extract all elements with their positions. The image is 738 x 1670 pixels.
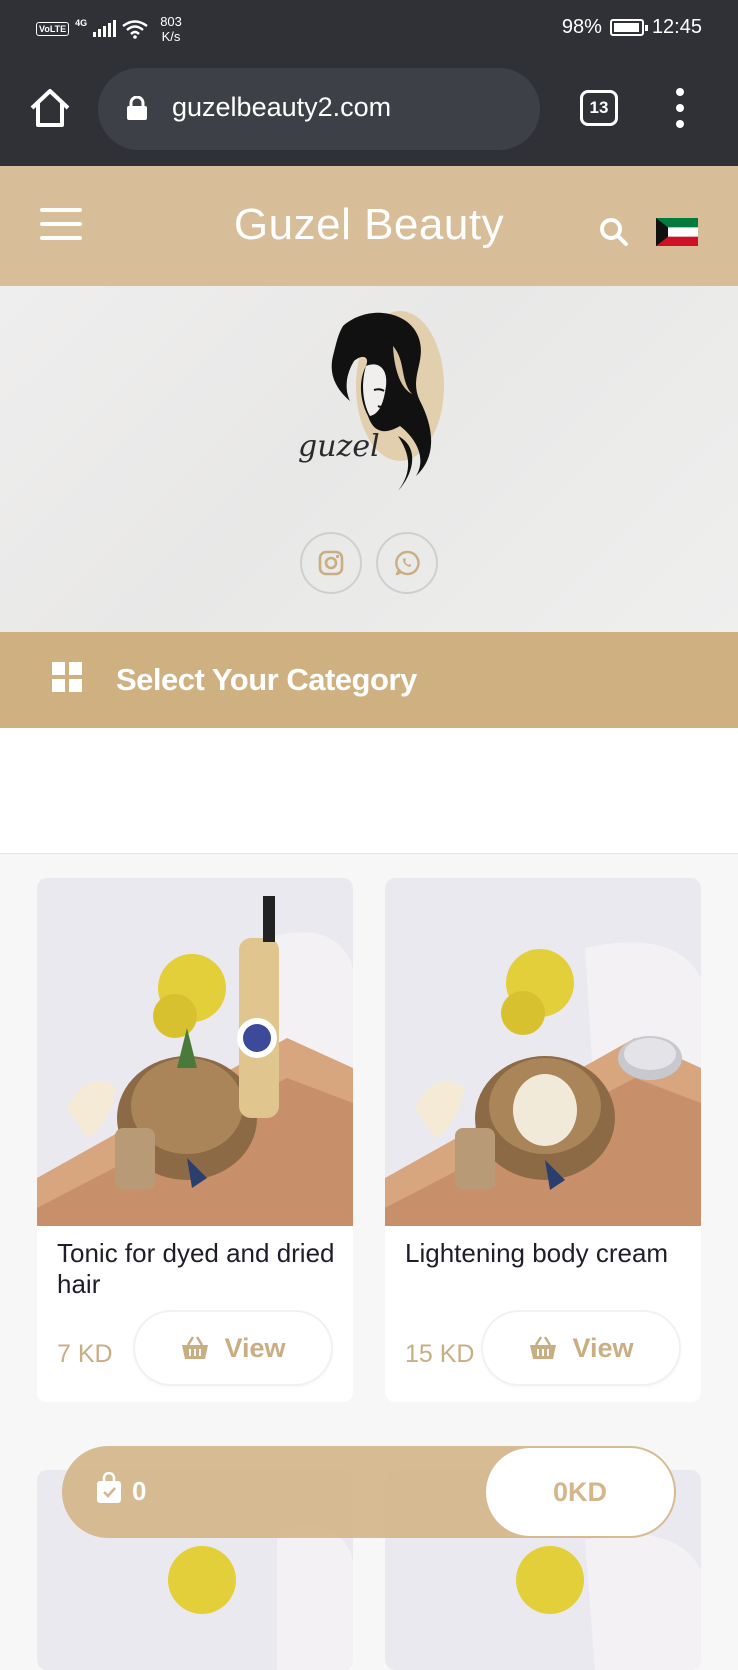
product-image[interactable] xyxy=(385,878,701,1226)
instagram-button[interactable] xyxy=(300,532,362,594)
basket-icon xyxy=(182,1336,209,1359)
category-list-area xyxy=(0,728,738,854)
battery-percent: 98% xyxy=(561,16,602,38)
site-header: Guzel Beauty xyxy=(0,166,738,286)
guzel-logo: guzel xyxy=(298,311,444,491)
product-image[interactable] xyxy=(37,878,353,1226)
view-button[interactable]: View xyxy=(135,1312,331,1384)
cart-bar[interactable]: 0 0KD xyxy=(62,1446,676,1538)
view-label[interactable]: View xyxy=(572,1333,633,1364)
speed-value: 803 xyxy=(160,14,182,29)
view-label[interactable]: View xyxy=(224,1333,285,1364)
lock-icon xyxy=(127,96,147,120)
speed-unit: K/s xyxy=(161,29,181,44)
network-type: 4G xyxy=(75,18,88,28)
product-price: 15 KD xyxy=(405,1340,475,1368)
home-icon[interactable] xyxy=(28,86,72,130)
tab-switcher-button[interactable]: 13 xyxy=(580,90,618,126)
grid-icon xyxy=(52,662,82,692)
product-title[interactable]: Lightening body cream xyxy=(405,1238,695,1269)
cart-count: 0 xyxy=(132,1476,147,1506)
view-button[interactable]: View xyxy=(483,1312,679,1384)
instagram-icon xyxy=(318,550,344,576)
battery-icon xyxy=(609,19,648,36)
browser-toolbar: guzelbeauty2.com 13 xyxy=(0,56,738,166)
hero-banner: guzel xyxy=(0,286,738,632)
kuwait-flag-icon[interactable] xyxy=(656,218,698,246)
status-bar: VoLTE 4G 803 K/s 98% 12:45 xyxy=(0,0,738,56)
wifi-icon xyxy=(122,20,148,39)
more-menu-icon[interactable] xyxy=(668,88,692,128)
whatsapp-icon xyxy=(395,550,420,576)
product-price: 7 KD xyxy=(57,1340,113,1368)
clock: 12:45 xyxy=(651,16,702,38)
url-text[interactable]: guzelbeauty2.com xyxy=(172,92,391,123)
product-card[interactable]: Lightening body cream 15 KD View xyxy=(385,878,701,1402)
shopping-bag-icon xyxy=(97,1472,121,1503)
address-bar[interactable]: guzelbeauty2.com xyxy=(98,68,540,150)
basket-icon xyxy=(530,1336,557,1359)
cart-total-button[interactable]: 0KD xyxy=(486,1448,674,1536)
signal-icon xyxy=(93,20,117,37)
category-selector[interactable]: Select Your Category xyxy=(0,632,738,728)
product-title[interactable]: Tonic for dyed and dried hair xyxy=(57,1238,347,1300)
whatsapp-button[interactable] xyxy=(376,532,438,594)
volte-icon: VoLTE xyxy=(36,22,70,36)
network-speed: 803 K/s xyxy=(160,14,182,44)
search-icon[interactable] xyxy=(598,216,630,248)
logo-script: guzel xyxy=(298,429,380,464)
product-card[interactable]: Tonic for dyed and dried hair 7 KD View xyxy=(37,878,353,1402)
category-label[interactable]: Select Your Category xyxy=(116,662,417,698)
